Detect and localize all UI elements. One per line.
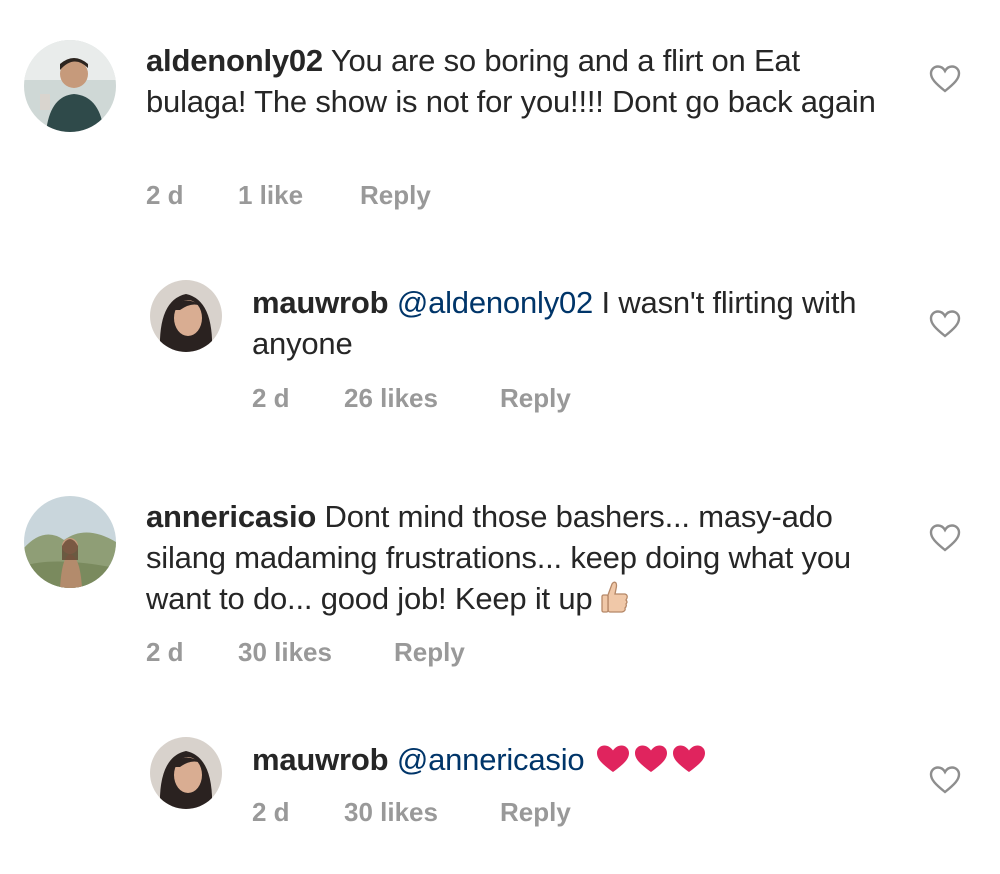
comment-mention[interactable]: @annericasio [397,742,585,777]
like-heart-icon[interactable] [929,64,961,94]
reply-button[interactable]: Reply [500,383,571,414]
comment-meta: 2 d 30 likes Reply [252,797,571,828]
comment-meta: 2 d 1 like Reply [146,180,431,211]
reply-button[interactable]: Reply [394,637,465,668]
comment-likes[interactable]: 30 likes [344,797,500,828]
comment-time: 2 d [252,383,290,413]
comment-text: annericasio Dont mind those bashers... m… [146,496,906,619]
like-heart-icon[interactable] [929,765,961,795]
avatar-image [150,280,222,352]
avatar[interactable] [150,280,222,352]
comment-text: mauwrob @annericasio [252,739,902,780]
like-heart-icon[interactable] [929,523,961,553]
reply-button[interactable]: Reply [360,180,431,211]
avatar-image [24,496,116,588]
avatar[interactable] [24,496,116,588]
like-heart-icon[interactable] [929,309,961,339]
red-heart-emoji-icon [595,743,631,773]
red-heart-emoji-icon [671,743,707,773]
comment-text: aldenonly02 You are so boring and a flir… [146,40,906,122]
comment-time: 2 d [252,797,290,827]
reply-button[interactable]: Reply [500,797,571,828]
comment-username[interactable]: annericasio [146,499,316,534]
comment-meta: 2 d 30 likes Reply [146,637,465,668]
comment-time: 2 d [146,180,184,210]
red-heart-emoji-icon [633,743,669,773]
avatar[interactable] [24,40,116,132]
comment-meta: 2 d 26 likes Reply [252,383,571,414]
comment-text: mauwrob @aldenonly02 I wasn't flirting w… [252,282,902,364]
avatar-image [24,40,116,132]
comment-mention[interactable]: @aldenonly02 [397,285,593,320]
comment-username[interactable]: mauwrob [252,742,389,777]
comment-likes[interactable]: 26 likes [344,383,500,414]
comment-username[interactable]: mauwrob [252,285,389,320]
avatar-image [150,737,222,809]
comment-likes[interactable]: 1 like [238,180,360,211]
thumbs-up-emoji-icon [600,580,630,614]
avatar[interactable] [150,737,222,809]
comment-time: 2 d [146,637,184,667]
heart-emoji-group [593,742,707,777]
comment-username[interactable]: aldenonly02 [146,43,323,78]
comment-likes[interactable]: 30 likes [238,637,394,668]
